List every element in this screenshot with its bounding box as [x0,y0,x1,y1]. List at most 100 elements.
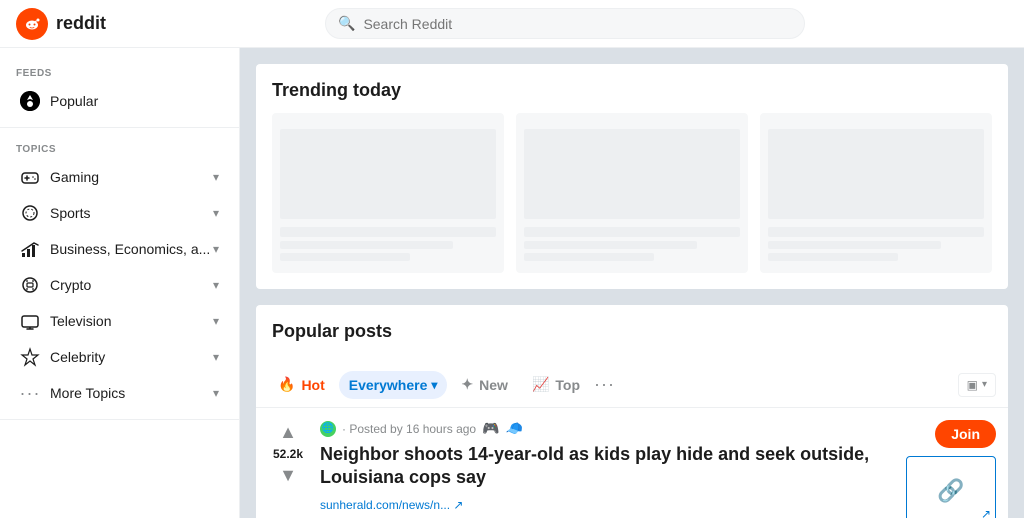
logo-text: reddit [56,13,106,34]
post-emoji-1: 🎮 [482,420,499,437]
sidebar-item-more-topics[interactable]: ··· More Topics ▾ [4,375,235,411]
layout: FEEDS Popular TOPICS [0,48,1024,518]
everywhere-label: Everywhere [349,377,428,393]
trending-skeleton-2b [524,241,697,249]
layout-toggle-button[interactable]: ▣ ▾ [958,373,996,397]
trending-card-3[interactable] [760,113,992,273]
sidebar-item-business[interactable]: Business, Economics, a... ▾ [4,231,235,267]
trending-image-2 [524,129,740,219]
celebrity-label: Celebrity [50,349,105,365]
thumbnail-link-icon: 🔗 [937,478,964,504]
sidebar-item-sports[interactable]: Sports ▾ [4,195,235,231]
crypto-label: Crypto [50,277,91,293]
post-title[interactable]: Neighbor shoots 14-year-old as kids play… [320,443,894,490]
post-meta: 🌐 · Posted by 16 hours ago 🎮 🧢 [320,420,894,437]
sports-icon [20,203,40,223]
join-button[interactable]: Join [935,420,996,448]
trending-image-1 [280,129,496,219]
popular-posts-section: Popular posts 🔥 Hot Everywhere ▾ ✦ New [256,305,1008,518]
gaming-icon [20,167,40,187]
trending-card-2[interactable] [516,113,748,273]
sidebar: FEEDS Popular TOPICS [0,48,240,518]
tab-everywhere[interactable]: Everywhere ▾ [339,371,448,399]
trending-grid [272,113,992,273]
trending-title: Trending today [272,80,992,101]
celebrity-icon [20,347,40,367]
crypto-icon [20,275,40,295]
layout-chevron: ▾ [982,379,987,390]
trending-card-1[interactable] [272,113,504,273]
logo-link[interactable]: reddit [16,8,106,40]
popular-posts-title: Popular posts [272,321,992,342]
tabs-bar: 🔥 Hot Everywhere ▾ ✦ New 📈 Top [256,362,1008,408]
trending-skeleton-2c [524,253,654,261]
more-topics-chevron: ▾ [213,386,219,400]
reddit-logo-icon [16,8,48,40]
more-tabs-dots[interactable]: ··· [594,374,615,395]
trending-skeleton-3b [768,241,941,249]
sidebar-item-popular[interactable]: Popular [4,83,235,119]
search-bar[interactable]: 🔍 [325,8,805,39]
topbar: reddit 🔍 [0,0,1024,48]
business-chevron: ▾ [213,242,219,256]
television-label: Television [50,313,111,329]
subreddit-globe-icon: 🌐 [320,421,336,437]
sidebar-divider-2 [0,419,239,420]
television-icon [20,311,40,331]
feeds-label: FEEDS [0,60,239,83]
tab-hot[interactable]: 🔥 Hot [268,370,335,399]
vote-count: 52.2k [273,447,303,461]
trending-image-3 [768,129,984,219]
trending-skeleton-3c [768,253,898,261]
trending-skeleton-1b [280,241,453,249]
new-label: New [479,377,508,393]
layout-icon: ▣ [967,378,978,392]
more-topics-icon: ··· [20,383,40,403]
gaming-chevron: ▾ [213,170,219,184]
sidebar-divider-1 [0,127,239,128]
crypto-chevron: ▾ [213,278,219,292]
television-chevron: ▾ [213,314,219,328]
content-inner: Trending today [240,48,1024,518]
tab-new[interactable]: ✦ New [451,370,518,399]
trending-skeleton-1c [280,253,410,261]
trending-skeleton-2a [524,227,740,237]
external-link-icon: ↗ [453,498,463,512]
sidebar-item-television[interactable]: Television ▾ [4,303,235,339]
more-topics-label: More Topics [50,385,125,401]
search-icon: 🔍 [338,15,355,32]
downvote-button[interactable]: ▼ [277,463,299,488]
hot-icon: 🔥 [278,376,295,393]
post-item: ▲ 52.2k ▼ 🌐 · Posted by 16 hours ago 🎮 🧢… [256,408,1008,518]
main-content: Trending today [240,48,1024,518]
trending-skeleton-3a [768,227,984,237]
business-label: Business, Economics, a... [50,241,210,257]
tab-top[interactable]: 📈 Top [522,370,590,399]
business-icon [20,239,40,259]
post-emoji-2: 🧢 [506,420,523,437]
top-icon: 📈 [532,376,549,393]
thumbnail-external-icon: ↗ [981,507,991,518]
post-right-column: Join 🔗 ↗ [906,420,996,518]
gaming-label: Gaming [50,169,99,185]
topics-label: TOPICS [0,136,239,159]
new-icon: ✦ [461,376,473,393]
post-body: 🌐 · Posted by 16 hours ago 🎮 🧢 Neighbor … [320,420,894,512]
sidebar-item-gaming[interactable]: Gaming ▾ [4,159,235,195]
upvote-button[interactable]: ▲ [277,420,299,445]
top-label: Top [555,377,580,393]
celebrity-chevron: ▾ [213,350,219,364]
post-link[interactable]: sunherald.com/news/n... ↗ [320,498,463,512]
vote-column: ▲ 52.2k ▼ [268,420,308,488]
trending-skeleton-1a [280,227,496,237]
post-thumbnail[interactable]: 🔗 ↗ [906,456,996,518]
everywhere-chevron: ▾ [431,378,437,392]
post-meta-time: · Posted by 16 hours ago [342,422,476,436]
popular-label: Popular [50,93,98,109]
sports-chevron: ▾ [213,206,219,220]
sidebar-item-celebrity[interactable]: Celebrity ▾ [4,339,235,375]
sidebar-item-crypto[interactable]: Crypto ▾ [4,267,235,303]
search-input[interactable] [363,16,792,32]
hot-label: Hot [301,377,324,393]
popular-icon [20,91,40,111]
